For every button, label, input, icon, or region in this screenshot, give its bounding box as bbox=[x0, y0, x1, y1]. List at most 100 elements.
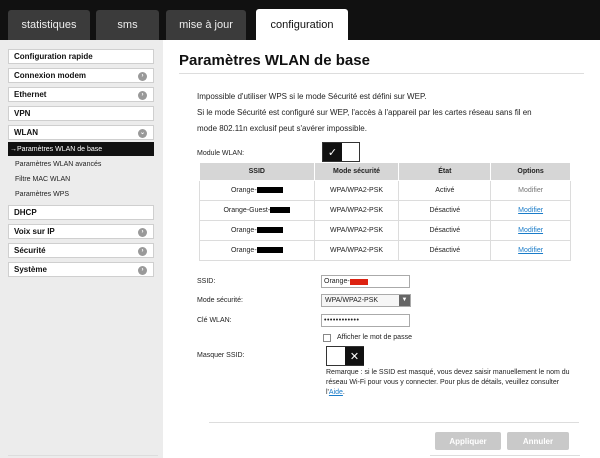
state-cell: Désactivé bbox=[398, 200, 492, 221]
wlan-key-label: Clé WLAN: bbox=[197, 317, 232, 324]
state-cell: Désactivé bbox=[398, 240, 492, 261]
hide-ssid-label: Masquer SSID: bbox=[197, 352, 245, 359]
sidebar-subitem-parametres-wps[interactable]: Paramètres WPS bbox=[8, 187, 154, 201]
info-text-wps: Impossible d'utiliser WPS si le mode Séc… bbox=[197, 92, 427, 101]
sidebar-item-label: Ethernet bbox=[14, 90, 47, 99]
chevron-right-icon: › bbox=[138, 266, 147, 275]
sidebar-subitem-parametres-wlan-avances[interactable]: Paramètres WLAN avancés bbox=[8, 157, 154, 171]
wlan-key-input[interactable]: •••••••••••• bbox=[321, 314, 410, 327]
tab-mise-a-jour[interactable]: mise à jour bbox=[166, 10, 246, 40]
close-icon: ✕ bbox=[345, 347, 364, 365]
sidebar-item-label: Configuration rapide bbox=[14, 52, 93, 61]
security-mode-label: Mode sécurité: bbox=[197, 297, 243, 304]
table-row: Orange-Guest- WPA/WPA2-PSK Désactivé Mod… bbox=[199, 200, 571, 221]
note-end: . bbox=[342, 389, 345, 396]
title-divider bbox=[179, 73, 584, 74]
tab-label: configuration bbox=[270, 19, 334, 31]
tab-statistiques[interactable]: statistiques bbox=[8, 10, 90, 40]
ssid-input-value: Orange- bbox=[324, 278, 350, 285]
table-row: Orange- WPA/WPA2-PSK Activé Modifier bbox=[199, 180, 571, 201]
state-cell: Activé bbox=[398, 180, 492, 201]
module-wlan-toggle[interactable]: ✓ bbox=[322, 142, 360, 162]
ssid-cell: Orange-Guest- bbox=[199, 200, 315, 221]
modify-link[interactable]: Modifier bbox=[518, 227, 543, 234]
redacted-block bbox=[256, 227, 283, 234]
arrow-right-icon: → bbox=[10, 145, 17, 153]
redacted-block bbox=[256, 247, 283, 254]
ssid-cell: Orange- bbox=[199, 220, 315, 241]
security-mode-value: WPA/WPA2-PSK bbox=[325, 297, 379, 304]
chevron-right-icon: › bbox=[138, 228, 147, 237]
sidebar-item-systeme[interactable]: Système › bbox=[8, 262, 154, 277]
tab-label: mise à jour bbox=[179, 19, 233, 31]
mode-cell: WPA/WPA2-PSK bbox=[313, 180, 400, 201]
ssid-text: Orange- bbox=[230, 227, 257, 234]
redacted-block bbox=[256, 187, 283, 194]
sidebar-item-voix-sur-ip[interactable]: Voix sur IP › bbox=[8, 224, 154, 239]
sidebar-subitem-label: Paramètres WLAN de base bbox=[17, 145, 103, 153]
info-text-80211n: mode 802.11n exclusif peut s'avérer impo… bbox=[197, 124, 367, 133]
tab-label: sms bbox=[117, 19, 138, 31]
check-icon: ✓ bbox=[323, 143, 342, 161]
sidebar-item-vpn[interactable]: VPN bbox=[8, 106, 154, 121]
divider-line bbox=[209, 422, 579, 423]
module-wlan-label: Module WLAN: bbox=[197, 150, 245, 157]
main-content: Paramètres WLAN de base Impossible d'uti… bbox=[163, 40, 600, 458]
help-link[interactable]: Aide bbox=[329, 389, 343, 396]
ssid-label: SSID: bbox=[197, 278, 216, 285]
modify-link[interactable]: Modifier bbox=[518, 247, 543, 254]
show-password-label: Afficher le mot de passe bbox=[337, 334, 412, 341]
ssid-text: Orange- bbox=[230, 247, 257, 254]
ssid-input[interactable]: Orange- bbox=[321, 275, 410, 288]
column-header-mode: Mode sécurité bbox=[313, 162, 400, 181]
tab-sms[interactable]: sms bbox=[96, 10, 159, 40]
chevron-down-icon: ▼ bbox=[399, 295, 410, 306]
state-cell: Désactivé bbox=[398, 220, 492, 241]
hide-ssid-toggle[interactable]: ✕ bbox=[326, 346, 364, 366]
top-navigation-bar: statistiques sms mise à jour configurati… bbox=[0, 0, 600, 41]
sidebar-subitem-filtre-mac-wlan[interactable]: Filtre MAC WLAN bbox=[8, 172, 154, 186]
redacted-block bbox=[349, 278, 368, 285]
wlan-table: SSID Mode sécurité État Options Orange- … bbox=[199, 162, 571, 261]
chevron-right-icon: › bbox=[138, 247, 147, 256]
cancel-button[interactable]: Annuler bbox=[507, 432, 569, 450]
sidebar-item-dhcp[interactable]: DHCP bbox=[8, 205, 154, 220]
note-text: Remarque : si le SSID est masqué, vous d… bbox=[326, 369, 570, 396]
sidebar-item-configuration-rapide[interactable]: Configuration rapide bbox=[8, 49, 154, 64]
sidebar-subitem-label: Paramètres WLAN avancés bbox=[15, 160, 102, 168]
column-header-options: Options bbox=[490, 162, 571, 181]
chevron-right-icon: › bbox=[138, 91, 147, 100]
modify-cell: Modifier bbox=[490, 240, 571, 261]
tab-configuration[interactable]: configuration bbox=[256, 9, 348, 41]
mode-cell: WPA/WPA2-PSK bbox=[313, 200, 400, 221]
sidebar-item-wlan[interactable]: WLAN ⌄ bbox=[8, 125, 154, 140]
sidebar-item-label: DHCP bbox=[14, 208, 37, 217]
hide-ssid-note: Remarque : si le SSID est masqué, vous d… bbox=[326, 368, 576, 398]
mode-cell: WPA/WPA2-PSK bbox=[313, 240, 400, 261]
sidebar-item-label: VPN bbox=[14, 109, 31, 118]
ssid-text: Orange-Guest- bbox=[223, 207, 271, 214]
table-header-row: SSID Mode sécurité État Options bbox=[199, 162, 571, 181]
sidebar-subitem-parametres-wlan-de-base[interactable]: → Paramètres WLAN de base bbox=[8, 142, 154, 156]
sidebar-subitem-label: Filtre MAC WLAN bbox=[15, 175, 71, 183]
sidebar-item-securite[interactable]: Sécurité › bbox=[8, 243, 154, 258]
ssid-cell: Orange- bbox=[199, 180, 315, 201]
sidebar-item-ethernet[interactable]: Ethernet › bbox=[8, 87, 154, 102]
apply-button[interactable]: Appliquer bbox=[435, 432, 501, 450]
tab-label: statistiques bbox=[21, 19, 77, 31]
footer-divider-left bbox=[8, 455, 158, 456]
modify-link[interactable]: Modifier bbox=[518, 207, 543, 214]
modify-cell: Modifier bbox=[490, 220, 571, 241]
page-title: Paramètres WLAN de base bbox=[179, 52, 370, 69]
sidebar-item-label: Système bbox=[14, 265, 47, 274]
column-header-state: État bbox=[398, 162, 492, 181]
chevron-down-icon: ⌄ bbox=[138, 129, 147, 138]
sidebar-item-label: Voix sur IP bbox=[14, 227, 55, 236]
security-mode-select[interactable]: WPA/WPA2-PSK ▼ bbox=[321, 294, 411, 307]
mode-cell: WPA/WPA2-PSK bbox=[313, 220, 400, 241]
table-row: Orange- WPA/WPA2-PSK Désactivé Modifier bbox=[199, 220, 571, 241]
show-password-checkbox[interactable] bbox=[323, 334, 331, 342]
ssid-text: Orange- bbox=[230, 187, 257, 194]
sidebar-item-connexion-modem[interactable]: Connexion modem › bbox=[8, 68, 154, 83]
modify-text: Modifier bbox=[518, 187, 544, 194]
